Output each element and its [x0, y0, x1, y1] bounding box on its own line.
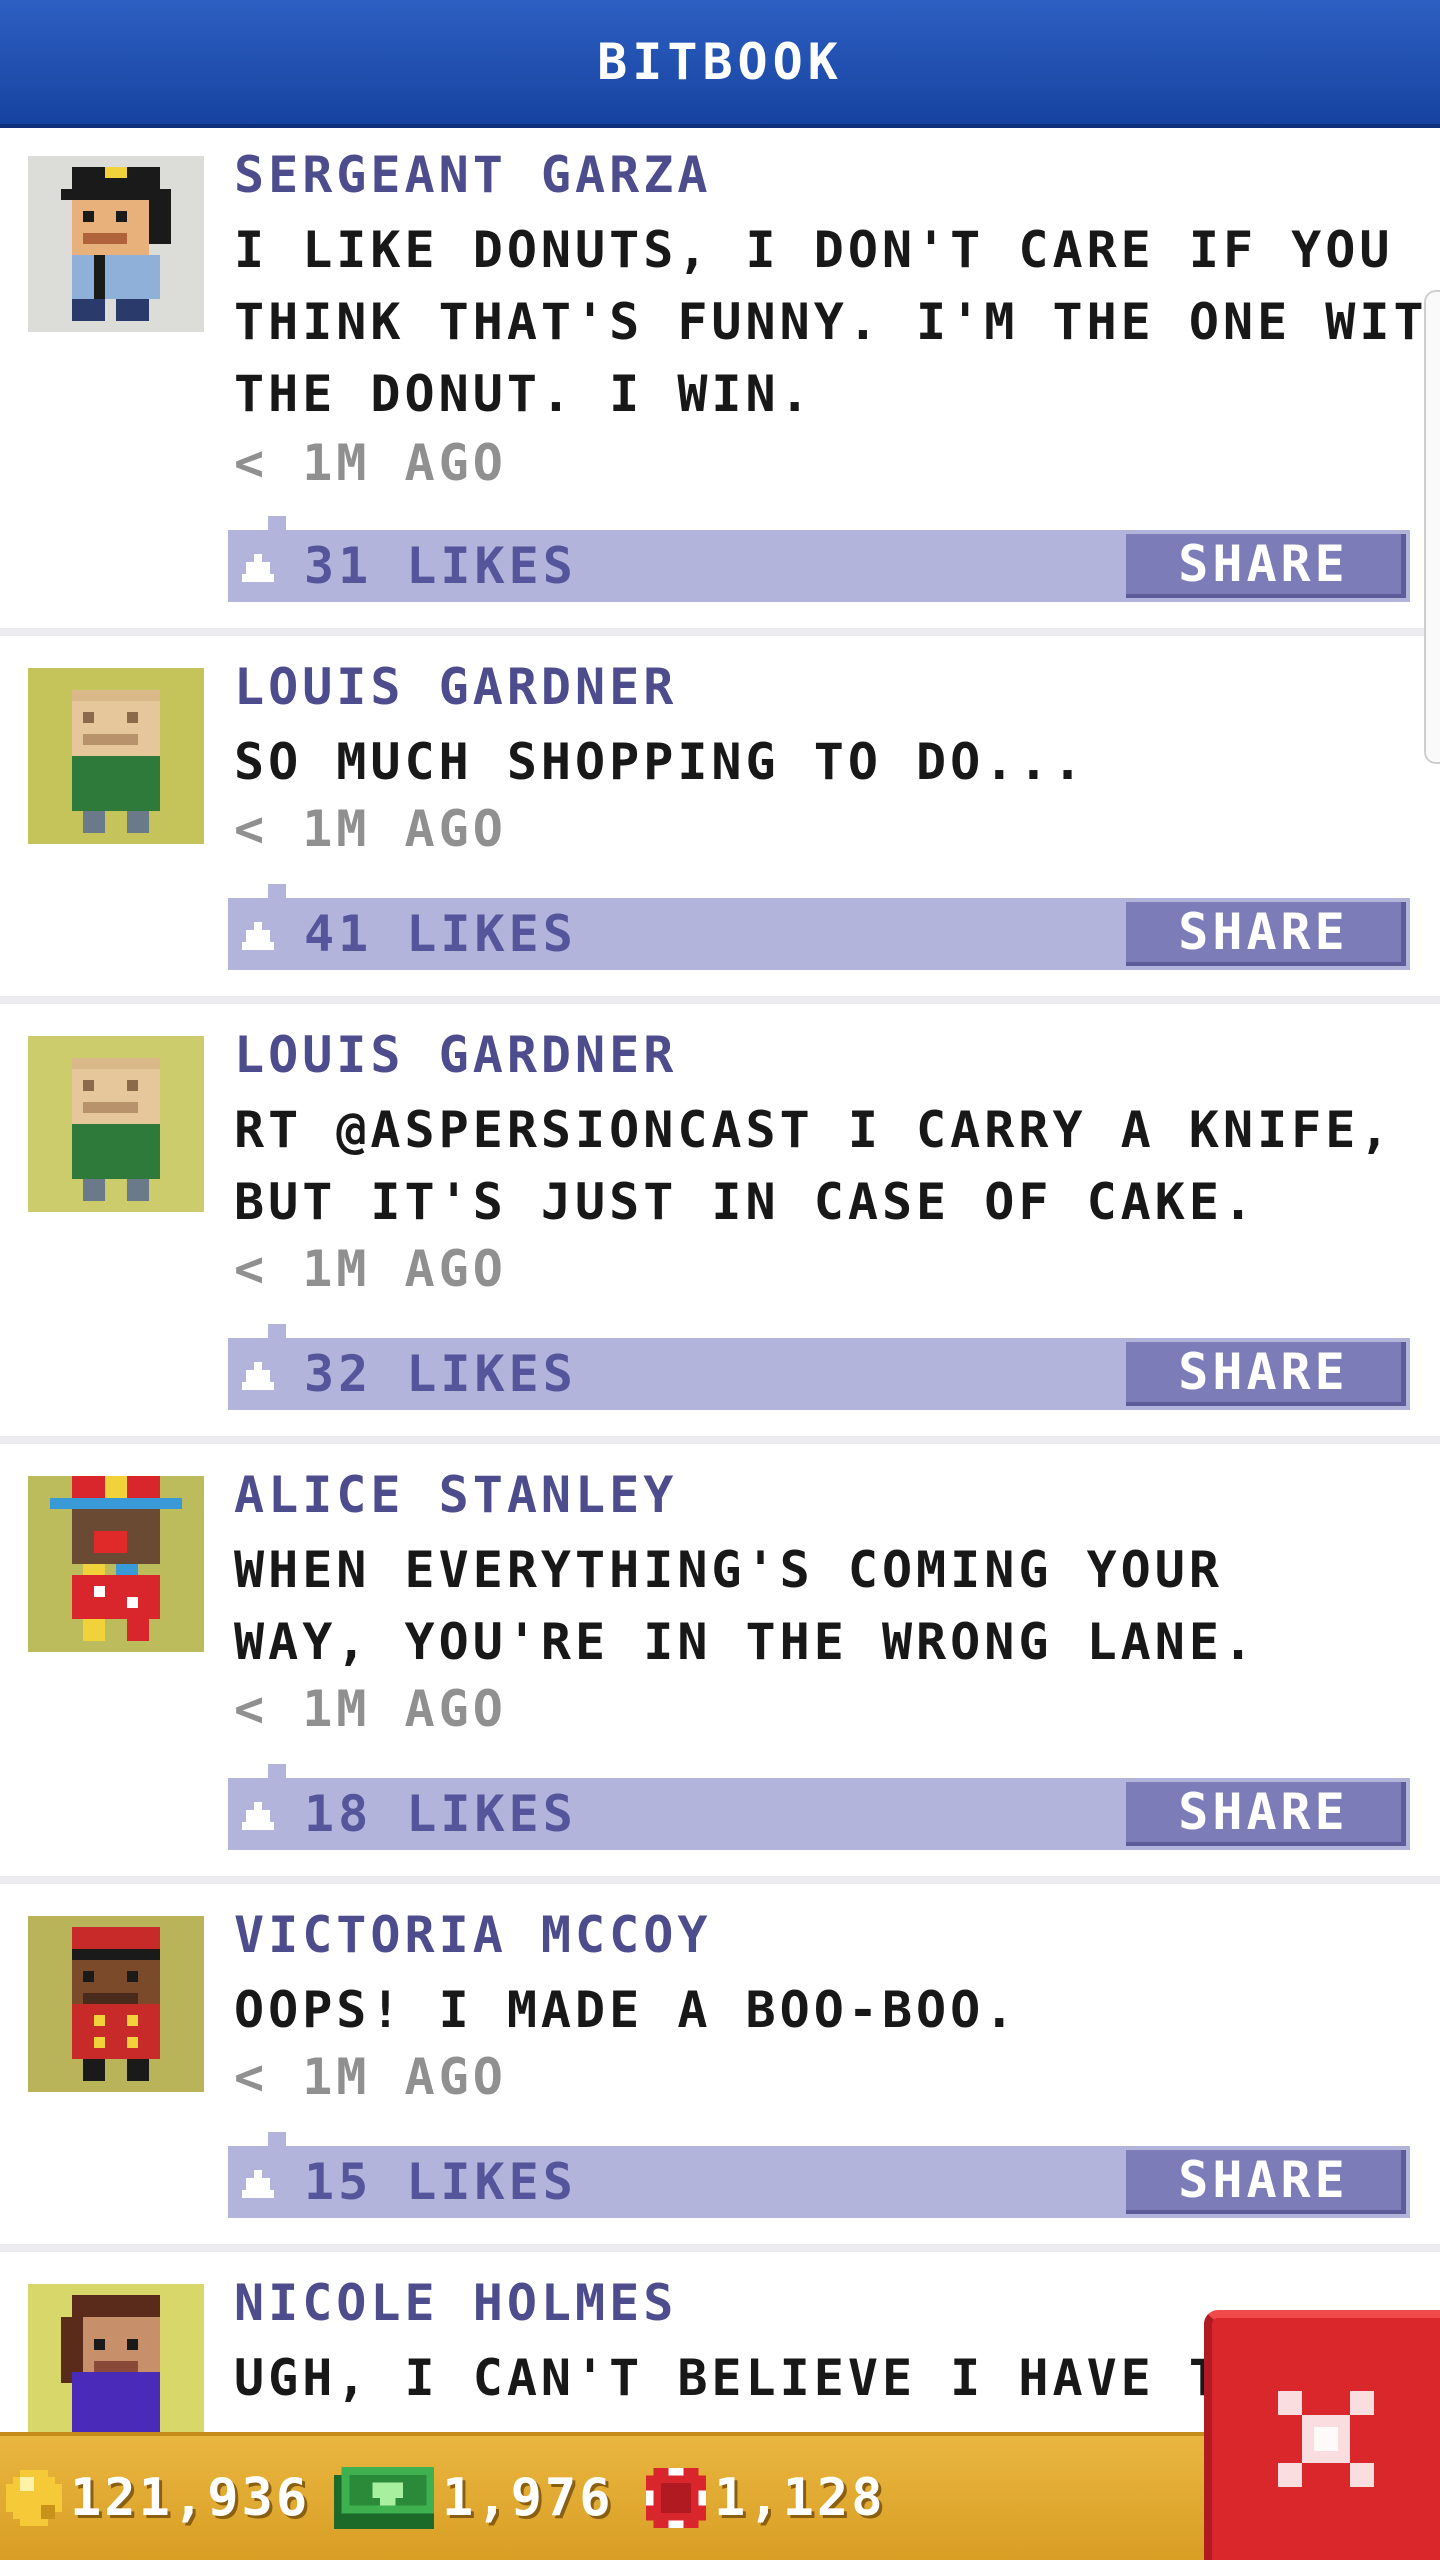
post-message: SO MUCH SHOPPING TO DO... [234, 733, 1087, 791]
police-officer-avatar[interactable] [28, 156, 204, 332]
post-time: < 1M AGO [234, 434, 507, 492]
woman-avatar[interactable] [28, 2284, 204, 2432]
post-time: < 1M AGO [234, 800, 507, 858]
likes-bar: 31 LIKES SHARE [228, 516, 1410, 602]
likes-count: 41 LIKES [304, 905, 577, 963]
post-divider [0, 628, 1440, 636]
likes-bar: 15 LIKES SHARE [228, 2132, 1410, 2218]
feed-post: LOUIS GARDNER SO MUCH SHOPPING TO DO... … [0, 636, 1440, 996]
clown-avatar[interactable] [28, 1476, 204, 1652]
like-icon[interactable] [242, 1362, 274, 1390]
close-button[interactable] [1204, 2310, 1440, 2560]
post-message: RT @ASPERSIONCAST I CARRY A KNIFE, BUT I… [234, 1101, 1394, 1231]
tickets-counter: 1,128 [646, 2436, 886, 2560]
share-button[interactable]: SHARE [1126, 534, 1406, 598]
likes-count: 18 LIKES [304, 1785, 577, 1843]
likes-count: 32 LIKES [304, 1345, 577, 1403]
coins-counter: 121,936 [6, 2436, 310, 2560]
bux-icon [334, 2467, 434, 2529]
likes-bar: 32 LIKES SHARE [228, 1324, 1410, 1410]
coins-amount: 121,936 [70, 2468, 311, 2528]
tickets-amount: 1,128 [714, 2468, 886, 2528]
feed-post: ALICE STANLEY WHEN EVERYTHING'S COMING Y… [0, 1444, 1440, 1876]
bux-counter: 1,976 [334, 2436, 614, 2560]
scrollbar-thumb[interactable] [1424, 290, 1440, 764]
like-icon[interactable] [242, 922, 274, 950]
share-button[interactable]: SHARE [1126, 1342, 1406, 1406]
share-button[interactable]: SHARE [1126, 1782, 1406, 1846]
bald-man-avatar[interactable] [28, 668, 204, 844]
post-divider [0, 1876, 1440, 1884]
coin-icon [6, 2470, 62, 2526]
bux-amount: 1,976 [442, 2468, 614, 2528]
post-time: < 1M AGO [234, 2048, 507, 2106]
post-message: OOPS! I MADE A BOO-BOO. [234, 1981, 1019, 2039]
post-author[interactable]: ALICE STANLEY [234, 1466, 677, 1524]
post-message: WHEN EVERYTHING'S COMING YOUR WAY, YOU'R… [234, 1541, 1258, 1671]
post-divider [0, 2244, 1440, 2252]
close-icon [1278, 2391, 1374, 2487]
bitbook-feed[interactable]: SERGEANT GARZA I LIKE DONUTS, I DON'T CA… [0, 128, 1440, 2432]
post-message: I LIKE DONUTS, I DON'T CARE IF YOU THINK… [234, 221, 1440, 423]
post-time: < 1M AGO [234, 1240, 507, 1298]
share-button[interactable]: SHARE [1126, 902, 1406, 966]
post-time: < 1M AGO [234, 1680, 507, 1738]
post-author[interactable]: LOUIS GARDNER [234, 658, 677, 716]
like-icon[interactable] [242, 2170, 274, 2198]
likes-bar: 18 LIKES SHARE [228, 1764, 1410, 1850]
post-author[interactable]: SERGEANT GARZA [234, 146, 711, 204]
feed-post: VICTORIA MCCOY OOPS! I MADE A BOO-BOO. <… [0, 1884, 1440, 2244]
post-author[interactable]: VICTORIA MCCOY [234, 1906, 711, 1964]
feed-post: LOUIS GARDNER RT @ASPERSIONCAST I CARRY … [0, 1004, 1440, 1436]
bellhop-avatar[interactable] [28, 1916, 204, 2092]
app-header: BITBOOK [0, 0, 1440, 128]
share-button[interactable]: SHARE [1126, 2150, 1406, 2214]
post-divider [0, 996, 1440, 1004]
app-title: BITBOOK [597, 33, 843, 91]
post-divider [0, 1436, 1440, 1444]
bald-man-avatar[interactable] [28, 1036, 204, 1212]
ticket-icon [646, 2468, 706, 2528]
feed-post: SERGEANT GARZA I LIKE DONUTS, I DON'T CA… [0, 128, 1440, 628]
like-icon[interactable] [242, 554, 274, 582]
post-author[interactable]: LOUIS GARDNER [234, 1026, 677, 1084]
likes-count: 15 LIKES [304, 2153, 577, 2211]
likes-count: 31 LIKES [304, 537, 577, 595]
post-author[interactable]: NICOLE HOLMES [234, 2274, 677, 2332]
like-icon[interactable] [242, 1802, 274, 1830]
likes-bar: 41 LIKES SHARE [228, 884, 1410, 970]
